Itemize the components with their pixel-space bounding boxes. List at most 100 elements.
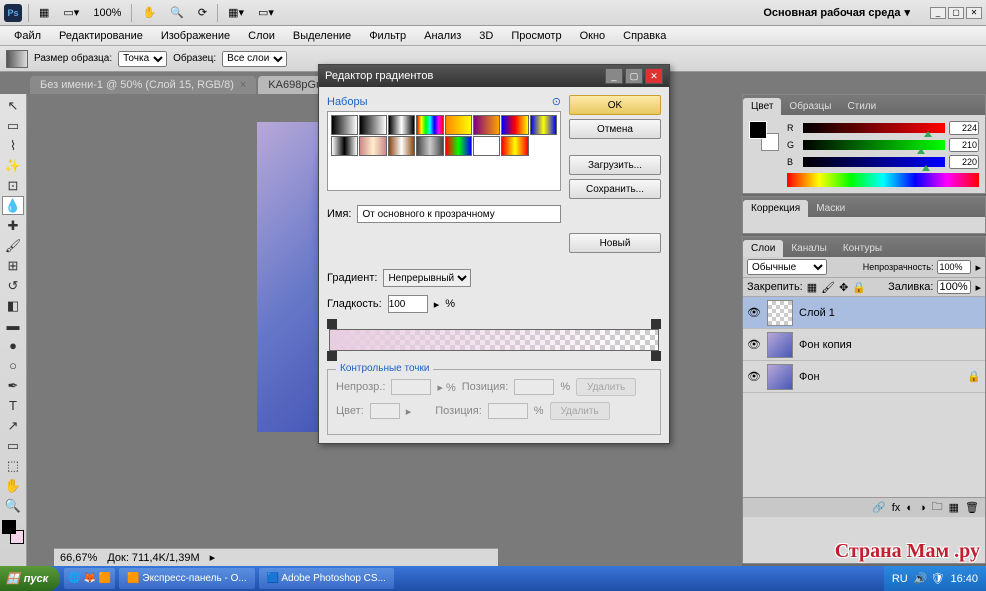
history-brush-tool[interactable]: ↺ bbox=[2, 276, 24, 295]
blur-tool[interactable]: ● bbox=[2, 336, 24, 355]
wand-tool[interactable]: ✨ bbox=[2, 156, 24, 175]
panel-tab-Маски[interactable]: Маски bbox=[808, 200, 853, 217]
zoom-level[interactable]: 100% bbox=[89, 5, 125, 21]
new-layer-icon[interactable]: ▦ bbox=[949, 501, 959, 514]
load-button[interactable]: Загрузить... bbox=[569, 155, 661, 175]
menu-Справка[interactable]: Справка bbox=[615, 28, 674, 44]
panel-tab-Цвет[interactable]: Цвет bbox=[743, 98, 781, 115]
spectrum-ramp[interactable] bbox=[787, 173, 979, 187]
gradient-preset[interactable] bbox=[359, 115, 386, 135]
move-tool[interactable]: ↖ bbox=[2, 96, 24, 115]
taskbar-item[interactable]: 🟦 Adobe Photoshop CS... bbox=[259, 568, 394, 589]
gradient-preset[interactable] bbox=[473, 115, 500, 135]
dodge-tool[interactable]: ○ bbox=[2, 356, 24, 375]
3d-tool[interactable]: ⬚ bbox=[2, 456, 24, 475]
gradient-preset[interactable] bbox=[530, 115, 557, 135]
screenmode-button[interactable]: ▭▾ bbox=[254, 4, 278, 21]
arrange-button[interactable]: ▦▾ bbox=[224, 4, 248, 21]
maximize-button[interactable]: ▢ bbox=[948, 7, 964, 19]
opacity-stop-right[interactable] bbox=[651, 319, 661, 329]
gradient-name-input[interactable] bbox=[357, 205, 561, 223]
opacity-flyout-icon[interactable]: ▸ bbox=[975, 261, 981, 274]
lock-trans-icon[interactable]: ▦ bbox=[807, 281, 817, 294]
visibility-icon[interactable]: 👁 bbox=[747, 338, 761, 351]
lock-all-icon[interactable]: 🔒 bbox=[852, 281, 866, 294]
lock-pos-icon[interactable]: ✥ bbox=[839, 281, 848, 294]
tray-icons[interactable]: 🔊 🛡 bbox=[914, 572, 945, 585]
gradient-tool[interactable]: ▬ bbox=[2, 316, 24, 335]
smoothness-input[interactable] bbox=[388, 295, 428, 313]
menu-Анализ[interactable]: Анализ bbox=[416, 28, 469, 44]
brush-tool[interactable]: 🖌 bbox=[2, 236, 24, 255]
menu-3D[interactable]: 3D bbox=[471, 28, 501, 44]
lock-pixels-icon[interactable]: 🖌 bbox=[821, 281, 835, 294]
stamp-tool[interactable]: ⊞ bbox=[2, 256, 24, 275]
fill-input[interactable] bbox=[937, 280, 971, 294]
close-tab-icon[interactable]: × bbox=[240, 79, 246, 91]
presets-menu-icon[interactable]: ⊙ bbox=[552, 95, 561, 108]
sample-size-select[interactable]: Точка bbox=[118, 51, 167, 67]
gradient-preset[interactable] bbox=[388, 115, 415, 135]
gradient-preset[interactable] bbox=[416, 136, 443, 156]
start-button[interactable]: 🪟 пуск bbox=[0, 566, 60, 591]
viewmode-button[interactable]: ▭▾ bbox=[59, 4, 83, 21]
shape-tool[interactable]: ▭ bbox=[2, 436, 24, 455]
dialog-max-button[interactable]: ▢ bbox=[625, 68, 643, 84]
panel-tab-Контуры[interactable]: Контуры bbox=[835, 240, 890, 257]
sample-select[interactable]: Все слои bbox=[222, 51, 287, 67]
status-arrow-icon[interactable]: ▸ bbox=[210, 551, 216, 564]
gradient-preset[interactable] bbox=[473, 136, 500, 156]
gradient-preset[interactable] bbox=[416, 115, 443, 135]
hand-icon[interactable]: ✋ bbox=[138, 4, 160, 21]
smoothness-flyout-icon[interactable]: ▸ bbox=[434, 298, 440, 311]
menu-Просмотр[interactable]: Просмотр bbox=[503, 28, 569, 44]
tool-preset-icon[interactable] bbox=[6, 50, 28, 68]
menu-Файл[interactable]: Файл bbox=[6, 28, 49, 44]
visibility-icon[interactable]: 👁 bbox=[747, 306, 761, 319]
gradient-preset[interactable] bbox=[331, 136, 358, 156]
gradient-type-select[interactable]: Непрерывный bbox=[383, 269, 471, 287]
layer-row[interactable]: 👁Фон копия bbox=[743, 329, 985, 361]
pen-tool[interactable]: ✒ bbox=[2, 376, 24, 395]
color-stop-right[interactable] bbox=[651, 351, 661, 361]
heal-tool[interactable]: ✚ bbox=[2, 216, 24, 235]
eyedropper-tool[interactable]: 💧 bbox=[2, 196, 24, 215]
lasso-tool[interactable]: ⌇ bbox=[2, 136, 24, 155]
save-button[interactable]: Сохранить... bbox=[569, 179, 661, 199]
eraser-tool[interactable]: ◧ bbox=[2, 296, 24, 315]
hand-tool[interactable]: ✋ bbox=[2, 476, 24, 495]
layer-row[interactable]: 👁Слой 1 bbox=[743, 297, 985, 329]
document-tab[interactable]: Без имени-1 @ 50% (Слой 15, RGB/8)× bbox=[30, 76, 256, 94]
menu-Окно[interactable]: Окно bbox=[572, 28, 614, 44]
link-layers-icon[interactable]: 🔗 bbox=[872, 501, 886, 514]
crop-tool[interactable]: ⊡ bbox=[2, 176, 24, 195]
minimize-button[interactable]: _ bbox=[930, 7, 946, 19]
color-stop-left[interactable] bbox=[327, 351, 337, 361]
g-slider[interactable] bbox=[803, 140, 945, 150]
status-zoom[interactable]: 66,67% bbox=[60, 552, 97, 564]
menu-Выделение[interactable]: Выделение bbox=[285, 28, 359, 44]
panel-tab-Каналы[interactable]: Каналы bbox=[783, 240, 835, 257]
dialog-titlebar[interactable]: Редактор градиентов _ ▢ ✕ bbox=[319, 65, 669, 87]
gradient-bar[interactable] bbox=[327, 321, 661, 359]
blend-mode-select[interactable]: Обычные bbox=[747, 259, 827, 275]
mask-icon[interactable]: ◐ bbox=[906, 502, 913, 514]
dialog-close-button[interactable]: ✕ bbox=[645, 68, 663, 84]
gradient-preset[interactable] bbox=[501, 115, 528, 135]
layer-row[interactable]: 👁Фон🔒 bbox=[743, 361, 985, 393]
delete-layer-icon[interactable]: 🗑 bbox=[965, 501, 979, 514]
gradient-preset[interactable] bbox=[388, 136, 415, 156]
marquee-tool[interactable]: ▭ bbox=[2, 116, 24, 135]
cancel-button[interactable]: Отмена bbox=[569, 119, 661, 139]
color-swatches[interactable] bbox=[2, 520, 24, 544]
quick-launch[interactable]: 🌐 🦊 🟧 bbox=[64, 568, 115, 589]
b-slider[interactable] bbox=[803, 157, 945, 167]
menu-Изображение[interactable]: Изображение bbox=[153, 28, 238, 44]
r-input[interactable] bbox=[949, 121, 979, 135]
b-input[interactable] bbox=[949, 155, 979, 169]
menu-Слои[interactable]: Слои bbox=[240, 28, 283, 44]
menu-Фильтр[interactable]: Фильтр bbox=[361, 28, 414, 44]
dialog-min-button[interactable]: _ bbox=[605, 68, 623, 84]
opacity-input[interactable] bbox=[937, 260, 971, 274]
zoom-icon[interactable]: 🔍 bbox=[166, 4, 188, 21]
